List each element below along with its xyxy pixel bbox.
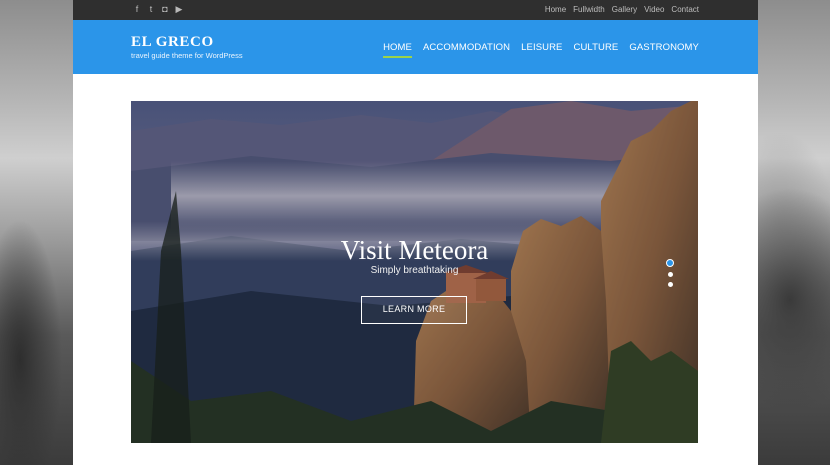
slide-dot-3[interactable] [667,282,673,287]
topnav-contact[interactable]: Contact [671,5,699,15]
hero-slider: Visit Meteora Simply breathtaking LEARN … [131,101,698,443]
site-header: EL GRECO travel guide theme for WordPres… [73,20,758,74]
slide-title: Visit Meteora [340,235,489,265]
slide-subtitle: Simply breathtaking [370,265,459,276]
twitter-icon[interactable]: t [147,4,155,14]
nav-item-home[interactable]: HOME [383,42,412,58]
topnav-video[interactable]: Video [644,5,664,15]
nav-item-leisure[interactable]: LEISURE [521,42,562,58]
topnav-gallery[interactable]: Gallery [612,5,637,15]
top-nav: Home Fullwidth Gallery Video Contact [545,5,699,15]
facebook-icon[interactable]: f [133,4,141,14]
youtube-icon[interactable]: ▶ [175,4,183,14]
learn-more-button[interactable]: LEARN MORE [361,296,467,324]
site-branding[interactable]: EL GRECO travel guide theme for WordPres… [131,34,243,60]
slide-dot-1[interactable] [666,259,674,267]
nav-item-gastronomy[interactable]: GASTRONOMY [629,42,699,58]
slide-caption: Visit Meteora Simply breathtaking [131,234,698,277]
social-links: f t ◘ ▶ [133,4,183,14]
nav-item-accommodation[interactable]: ACCOMMODATION [423,42,510,58]
main-nav: HOME ACCOMMODATION LEISURE CULTURE GASTR… [383,42,699,58]
slide-dot-2[interactable] [667,272,673,277]
instagram-icon[interactable]: ◘ [161,4,169,14]
topnav-fullwidth[interactable]: Fullwidth [573,5,605,15]
topnav-home[interactable]: Home [545,5,566,15]
slider-pagination [666,259,674,287]
site-title[interactable]: EL GRECO [131,34,243,50]
nav-item-culture[interactable]: CULTURE [574,42,619,58]
page-container: f t ◘ ▶ Home Fullwidth Gallery Video Con… [73,0,758,465]
top-bar: f t ◘ ▶ Home Fullwidth Gallery Video Con… [73,0,758,20]
site-tagline: travel guide theme for WordPress [131,51,243,60]
